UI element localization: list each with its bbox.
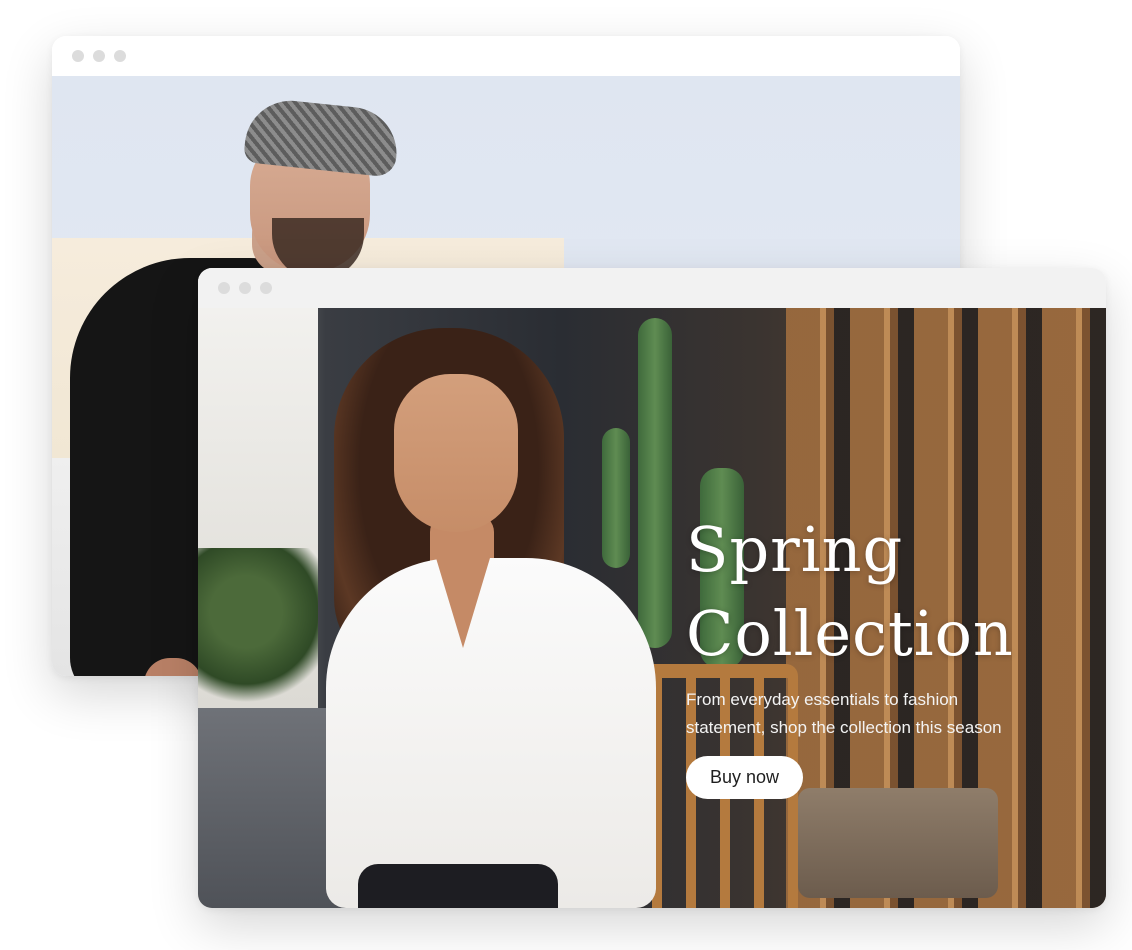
woman-face <box>394 374 518 532</box>
photo-plants <box>198 548 318 708</box>
hero-subtitle-line2: statement, shop the collection this seas… <box>686 718 1002 737</box>
hero-text-block: Spring Collection From everyday essentia… <box>686 508 1086 799</box>
hero-title-line1: Spring <box>686 513 904 586</box>
front-browser-window: Spring Collection From everyday essentia… <box>198 268 1106 908</box>
back-window-titlebar <box>52 36 960 76</box>
hero-subtitle-line1: From everyday essentials to fashion <box>686 690 959 709</box>
hero-title: Spring Collection <box>686 508 1086 676</box>
photo-cactus <box>638 318 672 648</box>
window-close-dot[interactable] <box>218 282 230 294</box>
hero-subtitle: From everyday essentials to fashion stat… <box>686 686 1066 742</box>
window-close-dot[interactable] <box>72 50 84 62</box>
woman-pants <box>358 864 558 908</box>
window-minimize-dot[interactable] <box>239 282 251 294</box>
window-minimize-dot[interactable] <box>93 50 105 62</box>
woman-white-shirt <box>326 558 656 908</box>
photo-planter <box>798 788 998 898</box>
photo-cactus <box>602 428 630 568</box>
front-window-titlebar <box>198 268 1106 308</box>
buy-now-button[interactable]: Buy now <box>686 756 804 799</box>
hero-title-line2: Collection <box>686 597 1014 670</box>
window-maximize-dot[interactable] <box>114 50 126 62</box>
window-maximize-dot[interactable] <box>260 282 272 294</box>
woman-hero-photo: Spring Collection From everyday essentia… <box>198 308 1106 908</box>
